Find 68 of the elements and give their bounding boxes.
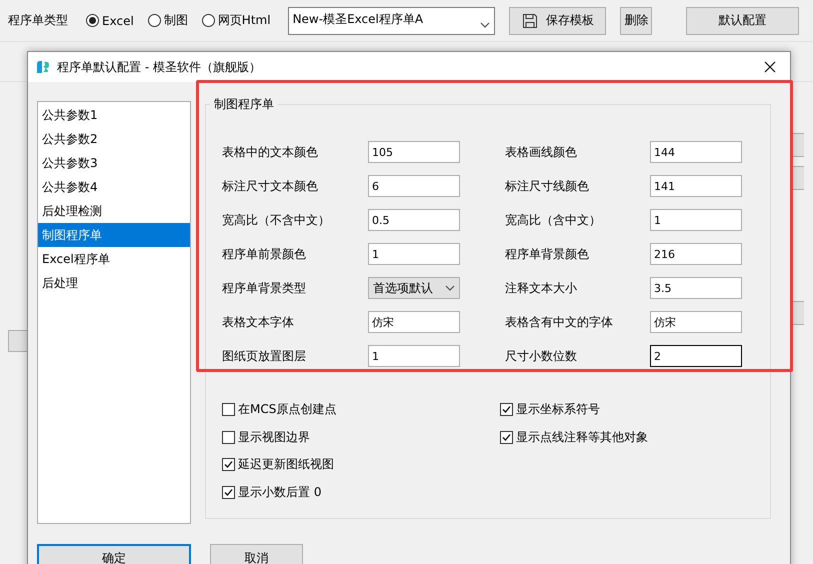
input-field[interactable]: 2 xyxy=(650,345,742,367)
field-label: 宽高比（不含中文） xyxy=(222,212,331,228)
radio-icon[interactable] xyxy=(86,14,99,27)
radio-icon[interactable] xyxy=(202,14,215,27)
input-field[interactable]: 105 xyxy=(368,141,460,163)
field-label: 标注尺寸线颜色 xyxy=(505,178,590,194)
checkbox-option[interactable]: 延迟更新图纸视图 xyxy=(222,456,334,474)
field-label: 图纸页放置图层 xyxy=(222,348,307,364)
checkbox-option[interactable]: 显示坐标系符号 xyxy=(500,401,600,418)
save-template-button[interactable]: 保存模板 xyxy=(509,6,606,34)
input-field[interactable]: 1 xyxy=(368,345,460,367)
dialog-title: 程序单默认配置 - 模圣软件（旗舰版） xyxy=(57,58,262,76)
radio-icon[interactable] xyxy=(148,14,161,27)
radio-option[interactable]: 制图 xyxy=(148,12,188,29)
category-item[interactable]: 公共参数4 xyxy=(38,175,190,199)
checkbox[interactable] xyxy=(222,430,235,444)
input-field[interactable]: 仿宋 xyxy=(368,311,460,333)
program-type-label: 程序单类型 xyxy=(8,12,68,29)
radio-option[interactable]: 网页Html xyxy=(202,12,271,29)
checkbox[interactable] xyxy=(500,403,513,416)
field-label: 程序单背景颜色 xyxy=(505,246,590,262)
checkbox[interactable] xyxy=(222,458,235,472)
field-label: 程序单前景颜色 xyxy=(222,246,307,262)
checkbox-option[interactable]: 显示小数后置 0 xyxy=(222,484,322,501)
category-item[interactable]: 公共参数2 xyxy=(38,127,190,151)
input-field[interactable]: 1 xyxy=(368,243,460,265)
chevron-down-icon xyxy=(480,22,490,28)
input-field[interactable]: 0.5 xyxy=(368,209,460,231)
category-item[interactable]: Excel程序单 xyxy=(38,247,190,271)
input-field[interactable]: 216 xyxy=(650,243,742,265)
background-type-dropdown[interactable]: 首选项默认 xyxy=(368,277,460,299)
field-label: 表格文本字体 xyxy=(222,314,295,330)
input-field[interactable]: 1 xyxy=(650,209,742,231)
checkbox[interactable] xyxy=(500,430,513,444)
app-logo-icon xyxy=(35,59,51,75)
field-label: 程序单背景类型 xyxy=(222,280,307,296)
field-label: 表格中的文本颜色 xyxy=(222,144,319,160)
toolbar-button[interactable]: 删除 xyxy=(620,6,652,34)
chevron-down-icon xyxy=(445,285,455,291)
input-field[interactable]: 144 xyxy=(650,141,742,163)
checkbox-option[interactable]: 显示点线注释等其他对象 xyxy=(500,428,648,446)
checkbox-option[interactable]: 在MCS原点创建点 xyxy=(222,401,336,418)
input-field[interactable]: 仿宋 xyxy=(650,311,742,333)
field-label: 表格含有中文的字体 xyxy=(505,314,614,330)
checkbox[interactable] xyxy=(222,403,235,416)
close-icon xyxy=(764,61,776,73)
category-item[interactable]: 公共参数3 xyxy=(38,151,190,175)
input-field[interactable]: 141 xyxy=(650,175,742,197)
dialog-button[interactable]: 确定 xyxy=(37,544,191,564)
group-title: 制图程序单 xyxy=(213,96,275,113)
toolbar-button[interactable]: 默认配置 xyxy=(686,6,800,34)
category-item[interactable]: 制图程序单 xyxy=(38,223,190,247)
field-label: 注释文本大小 xyxy=(505,280,578,296)
category-item[interactable]: 后处理 xyxy=(38,271,190,295)
category-item[interactable]: 公共参数1 xyxy=(38,103,190,127)
field-label: 表格画线颜色 xyxy=(505,144,578,160)
background-button[interactable] xyxy=(8,330,28,352)
field-label: 宽高比（含中文） xyxy=(505,212,602,228)
checkbox[interactable] xyxy=(222,486,235,499)
template-dropdown[interactable]: New-模圣Excel程序单A xyxy=(288,6,496,34)
radio-option[interactable]: Excel xyxy=(86,14,134,28)
checkbox-option[interactable]: 显示视图边界 xyxy=(222,428,310,446)
field-label: 标注尺寸文本颜色 xyxy=(222,178,319,194)
dialog-button[interactable]: 取消 xyxy=(210,544,303,564)
category-item[interactable]: 后处理检测 xyxy=(38,199,190,223)
field-label: 尺寸小数位数 xyxy=(505,348,578,364)
input-field[interactable]: 3.5 xyxy=(650,277,742,299)
input-field[interactable]: 6 xyxy=(368,175,460,197)
